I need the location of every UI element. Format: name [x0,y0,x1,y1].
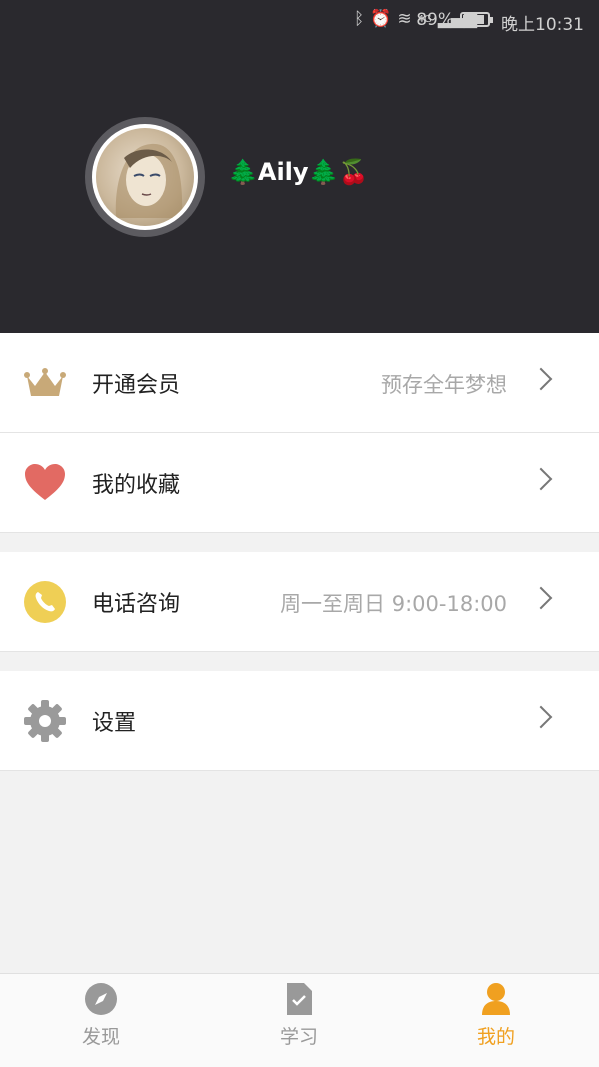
avatar-sketch-icon [115,143,183,218]
gear-icon [24,700,66,742]
compass-icon [85,983,117,1015]
menu-group-account: 开通会员 预存全年梦想 我的收藏 [0,333,599,533]
menu-item-subtitle: 周一至周日 9:00-18:00 [280,592,507,616]
menu-item-settings[interactable]: 设置 [0,671,599,771]
tab-label: 学习 [279,1026,318,1048]
menu-item-label: 开通会员 [92,373,181,398]
tab-label: 发现 [81,1026,120,1048]
menu-item-favorites[interactable]: 我的收藏 [0,433,599,533]
menu-item-subtitle: 预存全年梦想 [381,373,507,397]
tab-label: 我的 [476,1026,515,1048]
avatar[interactable] [85,117,205,237]
chevron-right-icon [529,367,553,391]
phone-icon [24,581,66,623]
battery-percentage: 89% [416,10,454,30]
bluetooth-icon: ᛒ [354,9,365,29]
tab-study[interactable]: 学习 [239,982,359,1049]
tab-mine[interactable]: 我的 [436,982,556,1049]
menu-item-label: 设置 [92,711,137,736]
avatar-image [96,128,194,226]
status-time: 晚上10:31 [501,15,584,35]
alarm-icon: ⏰ [370,9,392,29]
status-bar: ᛒ ⏰ ≋ 4G ▂▄▆ 89% 晚上10:31 [0,0,599,40]
bottom-tab-bar: 发现 学习 我的 [0,973,599,1067]
crown-icon [24,368,66,396]
profile-header: ᛒ ⏰ ≋ 4G ▂▄▆ 89% 晚上10:31 🌲Aily🌲🍒 [0,0,599,333]
menu-group-contact: 电话咨询 周一至周日 9:00-18:00 [0,552,599,652]
chevron-right-icon [529,586,553,610]
chevron-right-icon [529,705,553,729]
battery-icon [460,12,493,27]
heart-icon [25,464,65,500]
tab-discover[interactable]: 发现 [41,982,161,1049]
username[interactable]: 🌲Aily🌲🍒 [228,158,368,186]
menu-item-label: 电话咨询 [92,592,181,617]
menu-group-settings: 设置 [0,671,599,771]
document-icon [287,983,312,1015]
wifi-icon: ≋ [397,9,412,29]
menu-item-phone[interactable]: 电话咨询 周一至周日 9:00-18:00 [0,552,599,652]
person-icon [482,983,510,1015]
menu-item-vip[interactable]: 开通会员 预存全年梦想 [0,333,599,433]
chevron-right-icon [529,467,553,491]
menu-item-label: 我的收藏 [92,473,181,498]
